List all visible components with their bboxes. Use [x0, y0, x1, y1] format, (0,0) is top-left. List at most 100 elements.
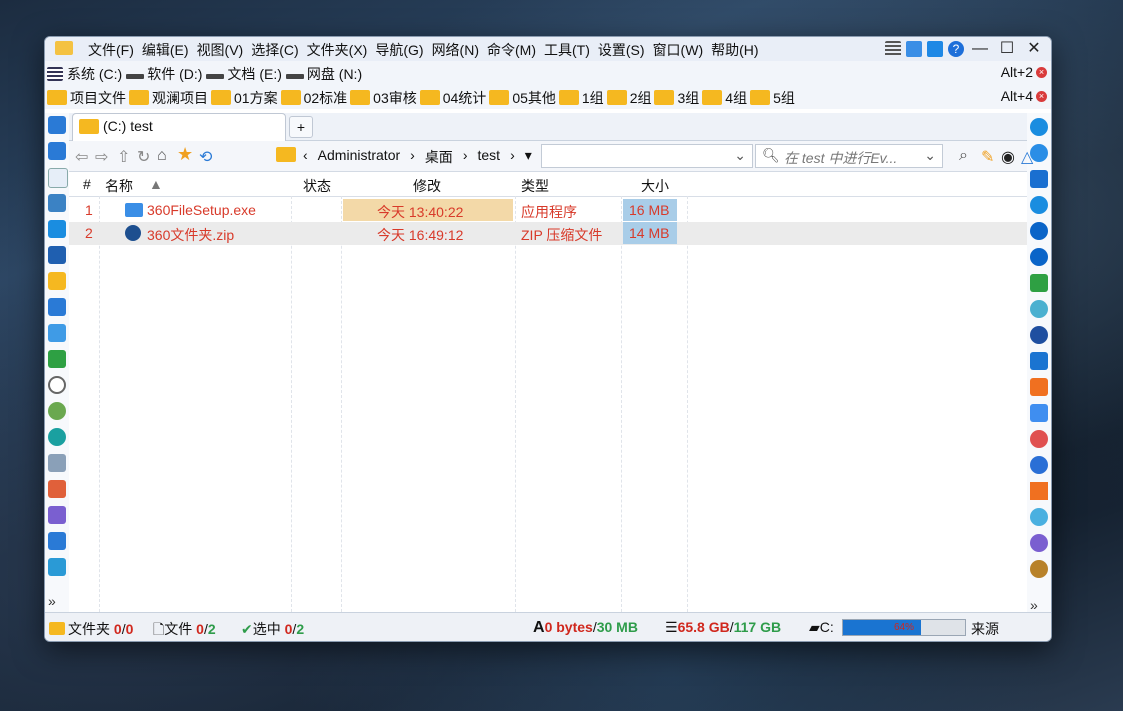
cloud-icon[interactable]	[1030, 456, 1048, 474]
star-icon[interactable]: ★	[177, 144, 193, 165]
drive-d[interactable]: 软件 (D:)	[126, 64, 202, 84]
windows-icon[interactable]	[927, 41, 943, 57]
corner-icon[interactable]	[1030, 482, 1048, 500]
powershell-icon[interactable]	[48, 246, 66, 264]
folder-icon[interactable]	[48, 272, 66, 290]
share-icon[interactable]	[1030, 274, 1048, 292]
fav-item[interactable]: 观澜项目	[129, 88, 208, 108]
close-bar-icon[interactable]: ×	[1036, 66, 1047, 78]
triangle-icon[interactable]: △	[1021, 147, 1033, 167]
help-icon[interactable]: ?	[948, 41, 964, 57]
back-icon[interactable]: ⇦	[75, 147, 88, 167]
onedrive-icon[interactable]	[1030, 248, 1048, 266]
menu-folder[interactable]: 文件夹(X)	[307, 40, 368, 60]
crumb-administrator[interactable]: Administrator	[318, 147, 400, 167]
col-name[interactable]: 名称	[105, 176, 133, 196]
ring-icon[interactable]	[1030, 404, 1048, 422]
music-icon[interactable]	[48, 480, 66, 498]
windows-start-icon[interactable]	[48, 220, 66, 238]
menu-tools[interactable]: 工具(T)	[544, 40, 590, 60]
fav-item[interactable]: 04统计	[419, 88, 486, 108]
wechat-icon[interactable]	[48, 402, 66, 420]
up-icon[interactable]: ⇧	[117, 147, 130, 167]
user-icon[interactable]	[48, 428, 66, 446]
home-icon[interactable]: ⌂	[157, 147, 167, 165]
menu-edit[interactable]: 编辑(E)	[142, 40, 189, 60]
triangle-icon[interactable]	[1030, 300, 1048, 318]
layout-icon[interactable]	[906, 41, 922, 57]
new-tab-button[interactable]: +	[289, 116, 313, 138]
network-icon[interactable]	[48, 194, 66, 212]
fav-item[interactable]: 5组	[750, 88, 795, 108]
123-icon[interactable]	[1030, 352, 1048, 370]
col-num[interactable]: #	[83, 176, 91, 192]
col-type[interactable]: 类型	[521, 176, 549, 196]
baidu-icon[interactable]	[1030, 196, 1048, 214]
pictures-icon[interactable]	[48, 298, 66, 316]
fav-item[interactable]: 4组	[702, 88, 747, 108]
cloud-drive-icon[interactable]	[1030, 170, 1048, 188]
crumb-desktop[interactable]: 桌面	[425, 147, 453, 167]
close-button[interactable]: ✕	[1023, 39, 1045, 59]
minimize-button[interactable]: —	[969, 39, 991, 59]
crumb-test[interactable]: test	[477, 147, 500, 167]
tool-icon[interactable]: ✎	[981, 147, 994, 167]
drive-n[interactable]: 网盘 (N:)	[285, 64, 362, 84]
chevron-down-icon[interactable]: ⌄	[734, 147, 746, 164]
refresh-icon[interactable]	[1030, 118, 1048, 136]
acorn-icon[interactable]	[1030, 560, 1048, 578]
fav-item[interactable]: 1组	[558, 88, 604, 108]
app-icon[interactable]	[1030, 378, 1048, 396]
crumb-dropdown-icon[interactable]: ▾	[525, 147, 532, 167]
drive-icon[interactable]	[48, 324, 66, 342]
hamburger-icon[interactable]	[885, 41, 901, 57]
menu-window[interactable]: 窗口(W)	[653, 40, 704, 60]
table-row[interactable]: 2 360文件夹.zip 今天 16:49:12 ZIP 压缩文件 14 MB	[69, 222, 1027, 245]
col-status[interactable]: 状态	[303, 176, 331, 196]
fav-item[interactable]: 项目文件	[47, 88, 126, 108]
desktop-icon[interactable]	[48, 116, 66, 134]
search-input[interactable]: 🔍︎ 在 test 中进行Ev... ⌄	[755, 144, 943, 168]
menu-network[interactable]: 网络(N)	[432, 40, 479, 60]
maximize-button[interactable]: ☐	[996, 39, 1018, 59]
fav-item[interactable]: 01方案	[211, 88, 278, 108]
refresh-icon[interactable]: ↻	[137, 147, 150, 167]
menu-file[interactable]: 文件(F)	[88, 40, 134, 60]
fav-item[interactable]: 05其他	[489, 88, 556, 108]
onedrive-icon[interactable]	[1030, 222, 1048, 240]
s-icon[interactable]	[1030, 326, 1048, 344]
loop-icon[interactable]	[1030, 534, 1048, 552]
search-tool-icon[interactable]: ⌕	[959, 147, 968, 165]
monitor-icon[interactable]	[48, 142, 66, 160]
clock-icon[interactable]	[48, 376, 66, 394]
drive-c[interactable]: 系统 (C:)	[67, 64, 122, 84]
downloads-icon[interactable]	[48, 558, 66, 576]
history-icon[interactable]: ⟲	[199, 147, 212, 167]
cluster-icon[interactable]	[1030, 430, 1048, 448]
fav-item[interactable]: 3组	[654, 88, 699, 108]
record-icon[interactable]: ◉	[1001, 147, 1015, 167]
tab-test[interactable]: (C:) test	[72, 113, 286, 141]
close-bar-icon[interactable]: ×	[1036, 90, 1047, 102]
documents-icon[interactable]	[48, 454, 66, 472]
menu-help[interactable]: 帮助(H)	[711, 40, 758, 60]
fav-item[interactable]: 03审核	[350, 88, 417, 108]
more-left-button[interactable]: »	[48, 593, 66, 611]
col-size[interactable]: 大小	[641, 176, 669, 196]
col-modified[interactable]: 修改	[413, 176, 441, 196]
forward-icon[interactable]: ⇨	[95, 147, 108, 167]
menu-command[interactable]: 命令(M)	[487, 40, 536, 60]
fav-item[interactable]: 2组	[606, 88, 651, 108]
fav-item[interactable]: 02标准	[280, 88, 347, 108]
source-label[interactable]: 来源	[971, 619, 999, 639]
drive-e[interactable]: 文档 (E:)	[206, 64, 282, 84]
chevron-down-icon[interactable]: ⌄	[924, 147, 936, 164]
menu-select[interactable]: 选择(C)	[251, 40, 298, 60]
menu-view[interactable]: 视图(V)	[197, 40, 244, 60]
cloud-icon[interactable]	[1030, 508, 1048, 526]
share-icon[interactable]	[48, 350, 66, 368]
image-icon[interactable]	[48, 532, 66, 550]
table-row[interactable]: 1 360FileSetup.exe 今天 13:40:22 应用程序 16 M…	[69, 199, 1027, 222]
menu-settings[interactable]: 设置(S)	[598, 40, 645, 60]
menu-navigate[interactable]: 导航(G)	[375, 40, 423, 60]
